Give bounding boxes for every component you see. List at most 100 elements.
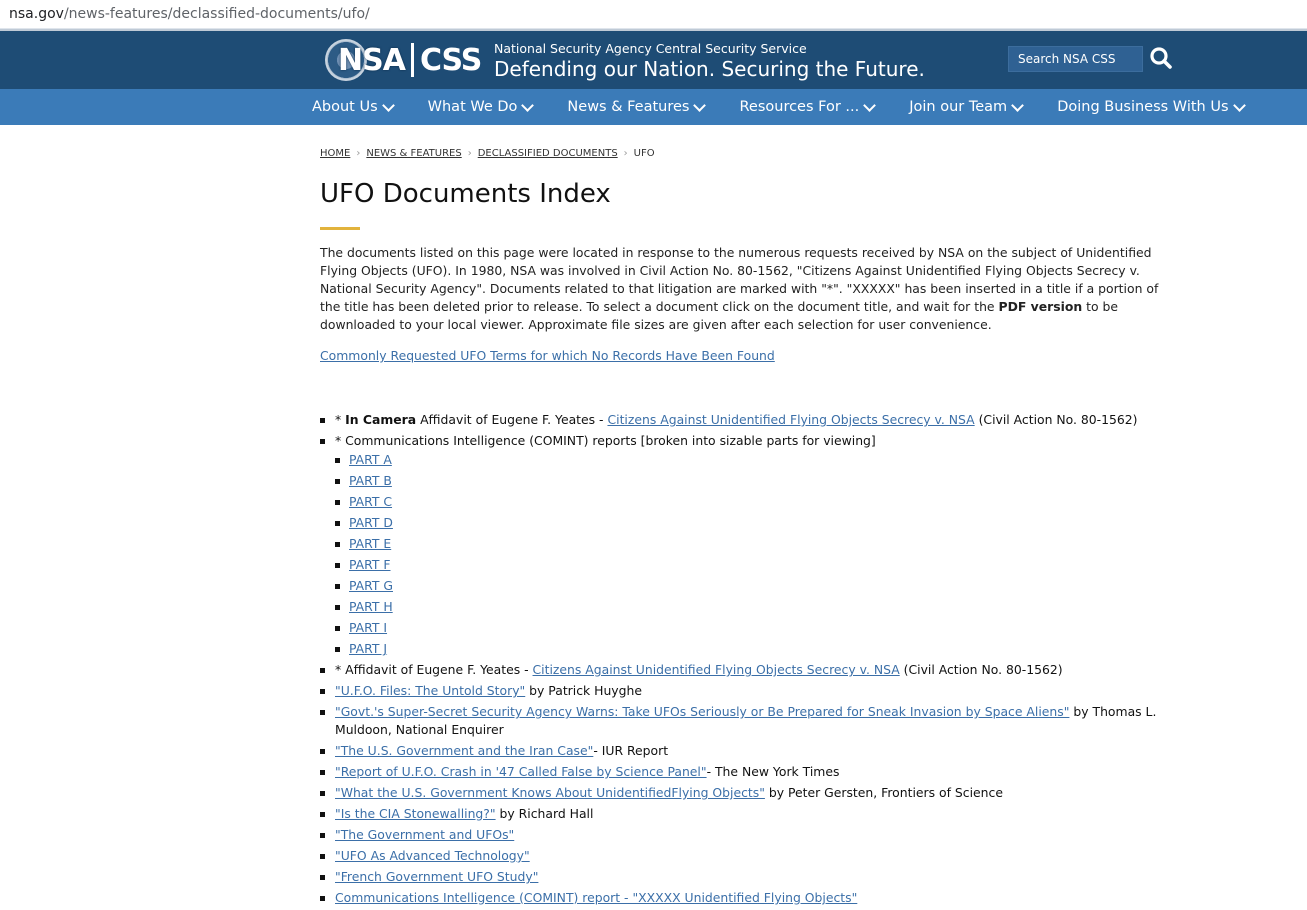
nav-label: Join our Team xyxy=(909,99,1008,115)
part-link[interactable]: PART A xyxy=(349,452,392,467)
intro-paragraph: The documents listed on this page were l… xyxy=(320,244,1180,334)
part-link[interactable]: PART H xyxy=(349,599,393,614)
part-link[interactable]: PART J xyxy=(349,641,387,656)
nav-doing-business[interactable]: Doing Business With Us xyxy=(1057,98,1246,115)
site-header: NSA CSS National Security Agency Central… xyxy=(0,29,1307,89)
chevron-right-icon: › xyxy=(356,148,361,159)
document-link[interactable]: "Govt.'s Super-Secret Security Agency Wa… xyxy=(335,704,1069,719)
chevron-right-icon: › xyxy=(467,148,472,159)
address-bar[interactable]: nsa.gov/news-features/declassified-docum… xyxy=(0,0,1307,29)
item-suffix: by Richard Hall xyxy=(495,806,594,821)
nav-label: News & Features xyxy=(567,99,690,115)
agency-name: National Security Agency Central Securit… xyxy=(494,41,807,56)
site-logo[interactable]: NSA CSS xyxy=(338,39,482,81)
nav-label: What We Do xyxy=(427,99,518,115)
item-suffix: by Patrick Huyghe xyxy=(525,683,642,698)
breadcrumb-declassified[interactable]: DECLASSIFIED DOCUMENTS xyxy=(478,148,618,159)
chevron-down-icon xyxy=(693,98,707,112)
part-link[interactable]: PART C xyxy=(349,494,392,509)
nav-about-us[interactable]: About Us xyxy=(312,98,395,115)
nav-what-we-do[interactable]: What We Do xyxy=(427,98,535,115)
document-link[interactable]: Citizens Against Unidentified Flying Obj… xyxy=(607,412,974,427)
list-item: PART G xyxy=(335,577,1180,595)
search-input[interactable]: Search NSA CSS xyxy=(1008,46,1143,72)
list-item: PART H xyxy=(335,598,1180,616)
document-link[interactable]: "What the U.S. Government Knows About Un… xyxy=(335,785,765,800)
list-item: PART C xyxy=(335,493,1180,511)
part-link[interactable]: PART E xyxy=(349,536,391,551)
nav-label: Doing Business With Us xyxy=(1057,99,1229,115)
page-title: UFO Documents Index xyxy=(320,179,611,209)
list-item: PART E xyxy=(335,535,1180,553)
url-domain: nsa.gov xyxy=(9,6,64,22)
list-item: Communications Intelligence (COMINT) rep… xyxy=(320,889,1180,907)
part-link[interactable]: PART D xyxy=(349,515,393,530)
document-link[interactable]: "U.F.O. Files: The Untold Story" xyxy=(335,683,525,698)
main-content: HOME › NEWS & FEATURES › DECLASSIFIED DO… xyxy=(320,124,1180,910)
list-item: "Govt.'s Super-Secret Security Agency Wa… xyxy=(320,703,1180,739)
item-text: Affidavit of Eugene F. Yeates - xyxy=(416,412,608,427)
list-item: PART F xyxy=(335,556,1180,574)
list-item: "The Government and UFOs" xyxy=(320,826,1180,844)
document-link[interactable]: "The U.S. Government and the Iran Case" xyxy=(335,743,593,758)
list-item: "U.F.O. Files: The Untold Story" by Patr… xyxy=(320,682,1180,700)
list-item: PART B xyxy=(335,472,1180,490)
part-link[interactable]: PART I xyxy=(349,620,387,635)
item-suffix: - The New York Times xyxy=(706,764,840,779)
list-item: "French Government UFO Study" xyxy=(320,868,1180,886)
search-icon[interactable] xyxy=(1147,45,1175,73)
chevron-right-icon: › xyxy=(623,148,628,159)
part-link[interactable]: PART G xyxy=(349,578,393,593)
document-link[interactable]: Communications Intelligence (COMINT) rep… xyxy=(335,890,857,905)
logo-divider xyxy=(410,43,414,77)
document-link[interactable]: "The Government and UFOs" xyxy=(335,827,514,842)
common-terms-link[interactable]: Commonly Requested UFO Terms for which N… xyxy=(320,348,775,363)
part-link[interactable]: PART F xyxy=(349,557,391,572)
part-link[interactable]: PART B xyxy=(349,473,392,488)
list-item: * Affidavit of Eugene F. Yeates - Citize… xyxy=(320,661,1180,679)
intro-bold: PDF version xyxy=(998,299,1083,314)
tagline-text: Defending our Nation. Securing the Futur… xyxy=(494,57,925,81)
list-item: * Communications Intelligence (COMINT) r… xyxy=(320,432,1180,658)
document-link[interactable]: Citizens Against Unidentified Flying Obj… xyxy=(533,662,900,677)
list-item: "UFO As Advanced Technology" xyxy=(320,847,1180,865)
item-suffix: - IUR Report xyxy=(593,743,669,758)
nav-label: About Us xyxy=(312,99,378,115)
document-link[interactable]: "French Government UFO Study" xyxy=(335,869,538,884)
common-terms-row: Commonly Requested UFO Terms for which N… xyxy=(320,348,1180,363)
nav-news-features[interactable]: News & Features xyxy=(567,98,707,115)
list-item: "The U.S. Government and the Iran Case"-… xyxy=(320,742,1180,760)
item-text: * Affidavit of Eugene F. Yeates - xyxy=(335,662,533,677)
breadcrumb: HOME › NEWS & FEATURES › DECLASSIFIED DO… xyxy=(320,148,1180,159)
chevron-down-icon xyxy=(1011,98,1025,112)
logo-css-text: CSS xyxy=(419,42,482,78)
header-tagline: National Security Agency Central Securit… xyxy=(494,41,925,81)
list-item: "What the U.S. Government Knows About Un… xyxy=(320,784,1180,802)
breadcrumb-news[interactable]: NEWS & FEATURES xyxy=(366,148,461,159)
list-item: PART A xyxy=(335,451,1180,469)
breadcrumb-current: UFO xyxy=(633,148,655,159)
nav-label: Resources For ... xyxy=(739,99,860,115)
chevron-down-icon xyxy=(521,98,535,112)
url-path: /news-features/declassified-documents/uf… xyxy=(63,6,370,22)
item-bold: In Camera xyxy=(345,412,417,427)
list-item: PART J xyxy=(335,640,1180,658)
chevron-down-icon xyxy=(1232,98,1246,112)
item-text: * Communications Intelligence (COMINT) r… xyxy=(335,433,876,448)
main-nav: About Us What We Do News & Features Reso… xyxy=(0,89,1307,125)
document-link[interactable]: "UFO As Advanced Technology" xyxy=(335,848,530,863)
item-text: * xyxy=(335,412,346,427)
nav-join-our-team[interactable]: Join our Team xyxy=(909,98,1025,115)
parts-list: PART A PART B PART C PART D PART E PART … xyxy=(335,451,1180,658)
item-suffix: (Civil Action No. 80-1562) xyxy=(899,662,1063,677)
breadcrumb-home[interactable]: HOME xyxy=(320,148,350,159)
item-suffix: (Civil Action No. 80-1562) xyxy=(974,412,1138,427)
document-link[interactable]: "Report of U.F.O. Crash in '47 Called Fa… xyxy=(335,764,707,779)
list-item: "Report of U.F.O. Crash in '47 Called Fa… xyxy=(320,763,1180,781)
document-link[interactable]: "Is the CIA Stonewalling?" xyxy=(335,806,496,821)
list-item: PART I xyxy=(335,619,1180,637)
chevron-down-icon xyxy=(863,98,877,112)
list-item: * In Camera Affidavit of Eugene F. Yeate… xyxy=(320,411,1180,429)
nav-resources-for[interactable]: Resources For ... xyxy=(739,98,877,115)
documents-list: * In Camera Affidavit of Eugene F. Yeate… xyxy=(320,411,1180,907)
